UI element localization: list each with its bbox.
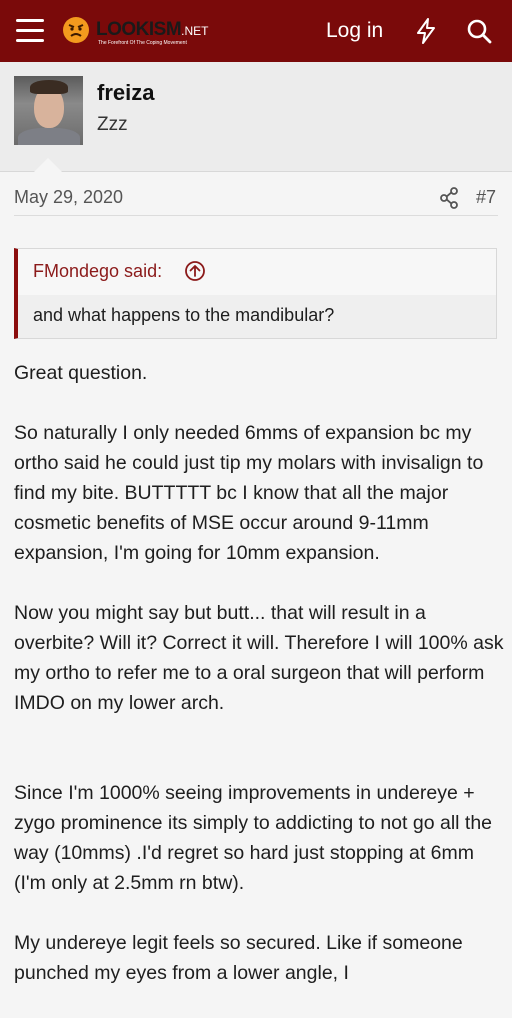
login-link[interactable]: Log in [326, 19, 383, 43]
search-icon[interactable] [466, 18, 492, 44]
post-paragraph: Now you might say but butt... that will … [14, 602, 504, 714]
post-paragraph: My undereye legit feels so secured. Like… [14, 932, 463, 984]
quote-header: FMondego said: [18, 249, 496, 295]
logo-tagline: The Forefront Of The Coping Movement [98, 40, 187, 46]
post-paragraph: Great question. [14, 362, 148, 384]
avatar[interactable] [14, 76, 83, 145]
user-title: Zzz [97, 114, 128, 135]
share-icon[interactable] [439, 187, 459, 209]
top-navigation-bar: LOOKISM.NET The Forefront Of The Coping … [0, 0, 512, 62]
arrow-up-circle-icon[interactable] [184, 260, 206, 282]
divider [14, 215, 498, 216]
quote-author-link[interactable]: FMondego said: [33, 261, 162, 282]
quote-block: FMondego said: and what happens to the m… [14, 248, 497, 339]
post-body: Great question. So naturally I only need… [14, 358, 504, 1018]
lightning-bolt-icon[interactable] [414, 18, 438, 44]
post-user-header [0, 62, 512, 172]
post-paragraph: Since I'm 1000% seeing improvements in u… [14, 782, 493, 894]
post-date-link[interactable]: May 29, 2020 [14, 187, 123, 208]
logo-text: LOOKISM.NET [96, 19, 209, 40]
user-header-notch [34, 158, 62, 172]
site-logo[interactable]: LOOKISM.NET The Forefront Of The Coping … [62, 16, 212, 46]
post-paragraph: So naturally I only needed 6mms of expan… [14, 422, 484, 564]
post-number-link[interactable]: #7 [476, 187, 496, 208]
hamburger-menu-icon[interactable] [16, 19, 44, 43]
quote-text: and what happens to the mandibular? [33, 305, 335, 325]
angry-face-logo-icon [63, 17, 89, 43]
username-link[interactable]: freiza [97, 80, 154, 106]
